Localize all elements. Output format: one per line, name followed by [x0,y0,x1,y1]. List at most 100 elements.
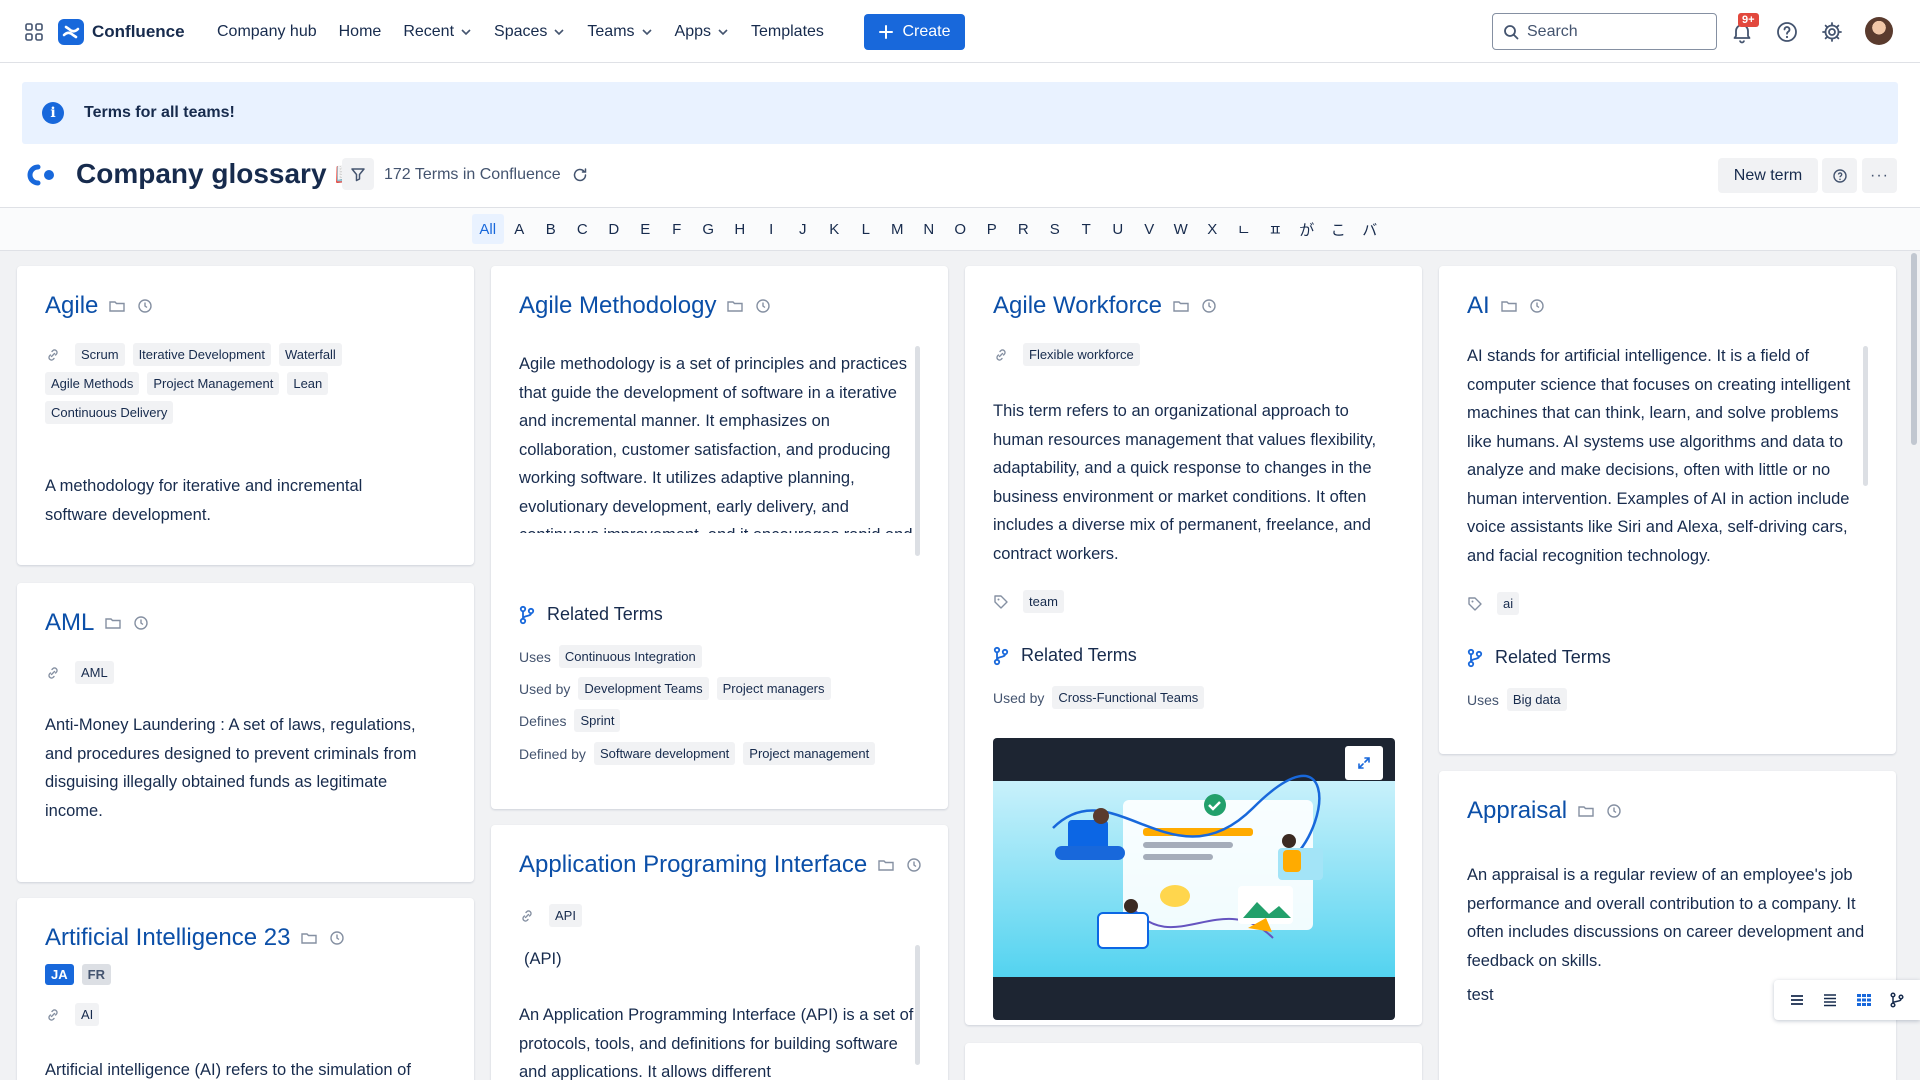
history-clock-icon[interactable] [1528,297,1546,315]
alphabet-filter-item[interactable]: こ [1323,214,1355,244]
alphabet-filter-item[interactable]: が [1291,214,1323,244]
alphabet-filter-item[interactable]: ㄴ [1228,214,1260,244]
page-scrollbar[interactable] [1911,253,1917,445]
definition-scrollbar[interactable] [1863,346,1868,486]
help-icon[interactable] [1775,20,1799,44]
synonym-tag[interactable]: Project Management [147,372,280,395]
term-title[interactable]: Artificial Intelligence 23 [45,924,290,952]
related-term-tag[interactable]: Project managers [716,677,831,700]
alphabet-filter-item[interactable]: N [913,214,945,244]
alphabet-filter-item[interactable]: C [567,214,599,244]
synonym-tag[interactable]: API [549,904,582,927]
related-term-tag[interactable]: Cross-Functional Teams [1052,686,1205,709]
nav-item-teams[interactable]: Teams [576,14,663,50]
nav-item-apps[interactable]: Apps [664,14,740,50]
synonym-tag[interactable]: Scrum [75,343,125,366]
label-tag[interactable]: team [1023,590,1064,613]
term-title[interactable]: AML [45,609,94,637]
related-term-tag[interactable]: Big data [1506,688,1567,711]
alphabet-filter-item[interactable]: M [882,214,914,244]
folder-icon[interactable] [877,856,895,874]
folder-icon[interactable] [726,297,744,315]
alphabet-filter-item[interactable]: D [598,214,630,244]
alphabet-filter-item[interactable]: O [945,214,977,244]
folder-icon[interactable] [1500,297,1518,315]
nav-item-spaces[interactable]: Spaces [483,14,576,50]
synonym-tag[interactable]: Iterative Development [132,343,272,366]
synonym-tag[interactable]: Continuous Delivery [45,401,174,424]
nav-item-recent[interactable]: Recent [392,14,483,50]
term-title[interactable]: Agile [45,292,98,320]
term-title[interactable]: Appraisal [1467,797,1567,825]
search-input[interactable] [1527,22,1697,41]
nav-item-home[interactable]: Home [328,14,393,50]
related-term-tag[interactable]: Sprint [574,709,621,732]
definition-scrollbar[interactable] [915,346,920,556]
folder-icon[interactable] [300,929,318,947]
synonym-tag[interactable]: AML [75,661,114,684]
definition-scrollbar[interactable] [915,945,920,1065]
history-clock-icon[interactable] [1200,297,1218,315]
synonym-tag[interactable]: Waterfall [279,343,342,366]
related-term-tag[interactable]: Project management [743,742,876,765]
alphabet-filter-item[interactable]: H [724,214,756,244]
term-title[interactable]: Agile Workforce [993,292,1162,320]
alphabet-filter-item[interactable]: V [1134,214,1166,244]
alphabet-filter-item[interactable]: A [504,214,536,244]
alphabet-filter-item[interactable]: F [661,214,693,244]
view-grid-button[interactable] [1850,986,1878,1014]
create-button[interactable]: Create [864,14,965,50]
alphabet-filter-item[interactable]: B [535,214,567,244]
alphabet-filter-item[interactable]: I [756,214,788,244]
alphabet-filter-item[interactable]: S [1039,214,1071,244]
alphabet-filter-item[interactable]: G [693,214,725,244]
history-clock-icon[interactable] [754,297,772,315]
folder-icon[interactable] [1172,297,1190,315]
alphabet-filter-item[interactable]: X [1197,214,1229,244]
alphabet-filter-item[interactable]: J [787,214,819,244]
history-clock-icon[interactable] [132,614,150,632]
related-term-tag[interactable]: Software development [593,742,736,765]
alphabet-filter-item[interactable]: R [1008,214,1040,244]
history-clock-icon[interactable] [328,929,346,947]
term-title[interactable]: Application Programing Interface [519,851,867,879]
app-switcher-icon[interactable] [24,22,44,42]
alphabet-filter-item[interactable]: バ [1354,214,1386,244]
new-term-button[interactable]: New term [1718,158,1818,193]
nav-item-templates[interactable]: Templates [740,14,835,50]
language-badge[interactable]: FR [81,964,111,985]
definition-scroll-area[interactable]: Agile methodology is a set of principles… [519,350,914,533]
label-tag[interactable]: ai [1497,592,1520,615]
history-clock-icon[interactable] [1605,802,1623,820]
expand-image-button[interactable] [1345,746,1383,780]
settings-gear-icon[interactable] [1820,20,1844,44]
history-clock-icon[interactable] [136,297,154,315]
nav-item-company-hub[interactable]: Company hub [206,14,328,50]
confluence-logo[interactable]: Confluence [58,19,185,45]
more-options-button[interactable]: ··· [1862,158,1897,193]
alphabet-filter-item[interactable]: E [630,214,662,244]
term-title[interactable]: AI [1467,292,1490,320]
user-avatar[interactable] [1865,17,1893,45]
alphabet-filter-item[interactable]: K [819,214,851,244]
alphabet-filter-item[interactable]: U [1102,214,1134,244]
alphabet-filter-item[interactable]: All [472,214,504,244]
synonym-tag[interactable]: AI [75,1003,100,1026]
term-title[interactable]: Agile Methodology [519,292,716,320]
folder-icon[interactable] [104,614,122,632]
alphabet-filter-item[interactable]: P [976,214,1008,244]
term-illustration-image[interactable] [993,738,1395,1020]
glossary-help-button[interactable] [1822,158,1857,193]
alphabet-filter-item[interactable]: T [1071,214,1103,244]
search-field[interactable] [1492,13,1717,50]
history-clock-icon[interactable] [905,856,923,874]
refresh-icon[interactable] [571,166,589,184]
alphabet-filter-item[interactable]: L [850,214,882,244]
filter-button[interactable] [342,158,374,190]
view-list-button[interactable] [1816,986,1844,1014]
language-badge-active[interactable]: JA [45,964,74,985]
related-term-tag[interactable]: Development Teams [578,677,709,700]
synonym-tag[interactable]: Agile Methods [45,372,140,395]
alphabet-filter-item[interactable]: ㅍ [1260,214,1292,244]
view-graph-button[interactable] [1883,986,1911,1014]
